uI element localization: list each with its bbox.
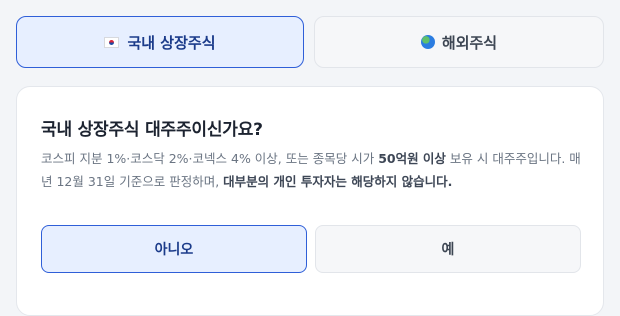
korea-flag-icon bbox=[104, 36, 120, 48]
tab-overseas-label: 해외주식 bbox=[441, 33, 498, 52]
answer-no-button[interactable]: 아니오 bbox=[41, 225, 307, 273]
market-tabs: 국내 상장주식 해외주식 bbox=[16, 16, 604, 70]
major-shareholder-card: 국내 상장주식 대주주이신가요? 코스피 지분 1%·코스닥 2%·코넥스 4%… bbox=[16, 86, 604, 316]
desc-bold-threshold: 50억원 이상 bbox=[378, 151, 446, 166]
tab-domestic-stocks[interactable]: 국내 상장주식 bbox=[16, 16, 304, 68]
globe-icon bbox=[420, 35, 435, 49]
answer-yes-button[interactable]: 예 bbox=[315, 225, 581, 273]
answer-options: 아니오 예 bbox=[41, 225, 581, 273]
question-description: 코스피 지분 1%·코스닥 2%·코넥스 4% 이상, 또는 종목당 시가 50… bbox=[41, 147, 581, 193]
question-title: 국내 상장주식 대주주이신가요? bbox=[41, 120, 263, 140]
desc-bold-note: 대부분의 개인 투자자는 해당하지 않습니다. bbox=[223, 174, 453, 189]
tab-overseas-stocks[interactable]: 해외주식 bbox=[314, 16, 604, 68]
tab-domestic-label: 국내 상장주식 bbox=[127, 33, 216, 52]
desc-text-1: 코스피 지분 1%·코스닥 2%·코넥스 4% 이상, 또는 종목당 시가 bbox=[41, 151, 379, 166]
